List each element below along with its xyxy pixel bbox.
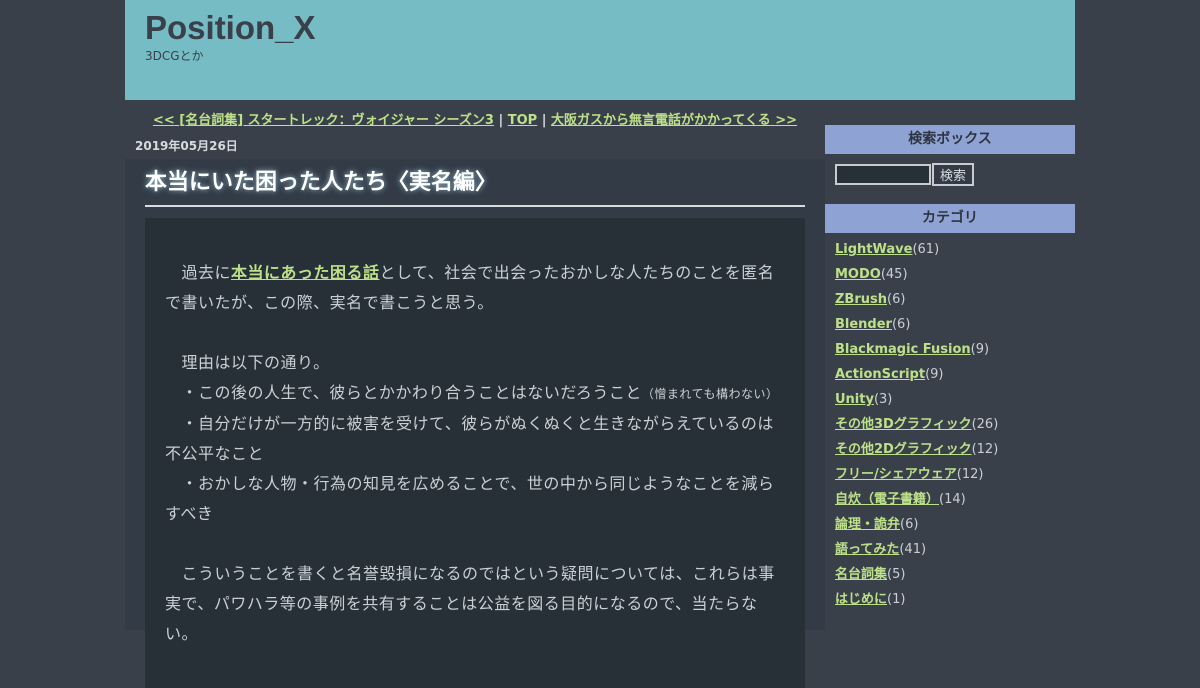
next-marker: >>	[775, 113, 798, 128]
category-count: (12)	[971, 442, 999, 457]
category-link[interactable]: 自炊（電子書籍）	[835, 492, 939, 507]
category-item: 自炊（電子書籍）(14)	[835, 492, 1075, 517]
category-count: (61)	[912, 242, 940, 257]
entry: 本当にいた困った人たち〈実名編〉 過去に本当にあった困る話として、社会で出会った…	[125, 159, 825, 688]
next-entry-link[interactable]: 大阪ガスから無言電話がかかってくる >>	[551, 113, 797, 128]
sidebar: 検索ボックス 検索 カテゴリ LightWave(61) MODO(45) ZBru…	[825, 125, 1075, 617]
category-count: (26)	[971, 417, 999, 432]
text: ・この後の人生で、彼らとかかわり合うことはないだろうこと	[165, 383, 642, 402]
category-link[interactable]: ActionScript	[835, 367, 925, 382]
search-button[interactable]: 検索	[932, 163, 974, 186]
category-link[interactable]: 語ってみた	[835, 542, 899, 557]
text: 過去に	[165, 263, 232, 282]
site-description: 3DCGとか	[145, 49, 204, 63]
category-item: 論理・詭弁(6)	[835, 517, 1075, 542]
paragraph: ・この後の人生で、彼らとかかわり合うことはないだろうこと（憎まれても構わない）	[165, 378, 785, 409]
site-header: Position_X 3DCGとか	[125, 0, 1075, 100]
next-entry-title: 大阪ガスから無言電話がかかってくる	[551, 113, 771, 128]
category-count: (14)	[939, 492, 966, 507]
category-count: (6)	[887, 292, 906, 307]
category-link[interactable]: はじめに	[835, 592, 887, 607]
search-input[interactable]	[835, 164, 931, 185]
paragraph: ・自分だけが一方的に被害を受けて、彼らがぬくぬくと生きながらえているのは不公平な…	[165, 414, 774, 463]
entry-body: 過去に本当にあった困る話として、社会で出会ったおかしな人たちのことを匿名で書いた…	[145, 218, 805, 688]
prev-entry-link[interactable]: << [名台詞集] スタートレック：ヴォイジャー シーズン3	[153, 113, 494, 128]
category-link[interactable]: MODO	[835, 267, 881, 282]
paragraph: 過去に本当にあった困る話として、社会で出会ったおかしな人たちのことを匿名で書いた…	[165, 258, 785, 318]
category-count: (45)	[880, 267, 908, 282]
category-item: Unity(3)	[835, 392, 1075, 417]
category-count: (3)	[873, 392, 893, 407]
category-link[interactable]: 名台詞集	[835, 567, 887, 582]
entry-title: 本当にいた困った人たち〈実名編〉	[145, 169, 805, 207]
paragraph: ・おかしな人物・行為の知見を広めることで、世の中から同じようなことを減らすべき	[165, 474, 775, 523]
page: Position_X 3DCGとか << [名台詞集] スタートレック：ヴォイジ…	[125, 0, 1075, 688]
nav-separator: |	[541, 113, 547, 128]
site-title-link[interactable]: Position_X	[145, 9, 316, 47]
paragraph: こういうことを書くと名誉毀損になるのではという疑問については、これらは事実で、パ…	[165, 564, 775, 643]
category-count: (9)	[970, 342, 990, 357]
category-link[interactable]: Blackmagic Fusion	[835, 342, 971, 357]
category-item: ZBrush(6)	[835, 292, 1075, 317]
category-item: 語ってみた(41)	[835, 542, 1075, 567]
category-heading: カテゴリ	[825, 204, 1075, 233]
category-item: 名台詞集(5)	[835, 567, 1075, 592]
top-link[interactable]: TOP	[508, 113, 537, 128]
category-item: ActionScript(9)	[835, 367, 1075, 392]
category-link[interactable]: その他2Dグラフィック	[835, 442, 972, 457]
search-box: 検索	[825, 154, 1075, 204]
category-item: はじめに(1)	[835, 592, 1075, 617]
entry-date: 2019年05月26日	[135, 139, 238, 153]
category-link[interactable]: LightWave	[835, 242, 912, 257]
category-count: (1)	[887, 592, 906, 607]
search-heading: 検索ボックス	[825, 125, 1075, 154]
small-note: （憎まれても構わない）	[641, 387, 779, 401]
category-count: (9)	[925, 367, 944, 382]
category-list: LightWave(61) MODO(45) ZBrush(6) Blender(6)…	[825, 233, 1075, 617]
category-count: (12)	[956, 467, 984, 482]
category-item: その他3Dグラフィック(26)	[835, 417, 1075, 442]
category-item: LightWave(61)	[835, 242, 1075, 267]
paragraph: 理由は以下の通り。	[165, 353, 330, 372]
category-link[interactable]: その他3Dグラフィック	[835, 417, 972, 432]
category-link[interactable]: 論理・詭弁	[835, 517, 900, 532]
category-count: (6)	[891, 317, 911, 332]
category-item: Blender(6)	[835, 317, 1075, 342]
category-item: MODO(45)	[835, 267, 1075, 292]
category-count: (5)	[887, 567, 906, 582]
nav-separator: |	[498, 113, 504, 128]
prev-marker: <<	[152, 113, 175, 128]
category-item: その他2Dグラフィック(12)	[835, 442, 1075, 467]
category-link[interactable]: フリー/シェアウェア	[835, 467, 957, 482]
category-link[interactable]: Unity	[835, 392, 874, 407]
entry-navigation: << [名台詞集] スタートレック：ヴォイジャー シーズン3 | TOP | 大…	[125, 109, 825, 128]
category-link[interactable]: Blender	[835, 317, 892, 332]
prev-entry-title: [名台詞集] スタートレック：ヴォイジャー シーズン3	[179, 113, 494, 128]
category-link[interactable]: ZBrush	[835, 292, 887, 307]
category-count: (41)	[899, 542, 927, 557]
category-item: Blackmagic Fusion(9)	[835, 342, 1075, 367]
related-article-link[interactable]: 本当にあった困る話	[231, 263, 380, 282]
category-item: フリー/シェアウェア(12)	[835, 467, 1075, 492]
category-count: (6)	[900, 517, 919, 532]
